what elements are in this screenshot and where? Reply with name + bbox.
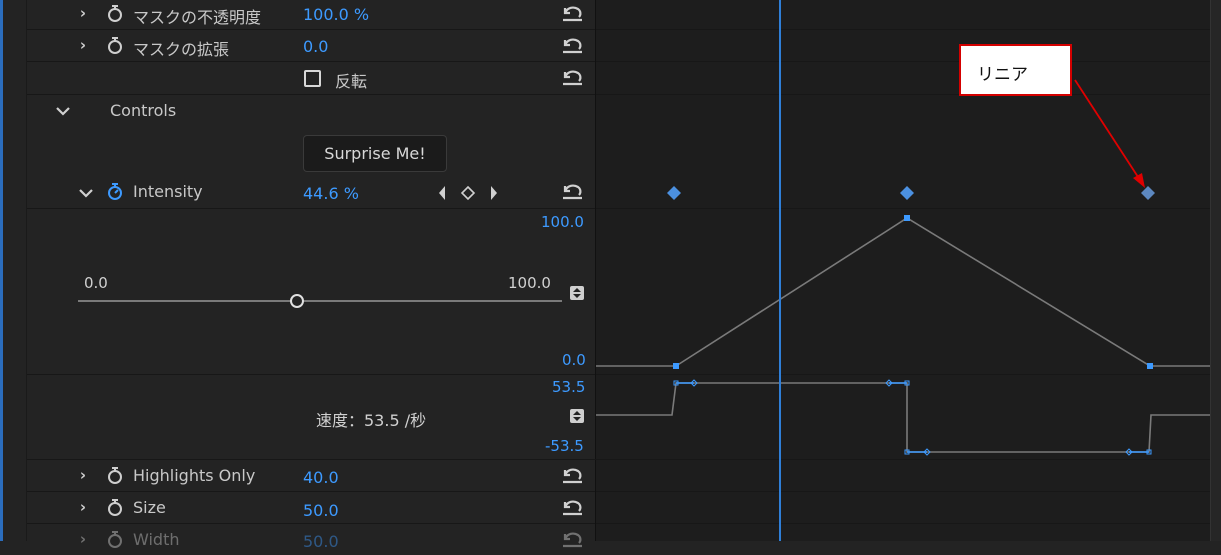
keyframe-marker-icon[interactable] bbox=[900, 186, 914, 200]
velocity-handles[interactable] bbox=[673, 379, 1152, 456]
annotation-callout: リニア bbox=[959, 44, 1072, 96]
value-keyframe-point[interactable] bbox=[1147, 363, 1153, 369]
value-keyframe-point[interactable] bbox=[673, 363, 679, 369]
value-keyframe-point[interactable] bbox=[904, 215, 910, 221]
keyframe-marker-icon[interactable] bbox=[667, 186, 681, 200]
playhead[interactable] bbox=[779, 0, 781, 541]
keyframe-marker-icon[interactable] bbox=[1141, 186, 1155, 200]
callout-arrow bbox=[1074, 79, 1145, 188]
value-curve[interactable] bbox=[596, 217, 1210, 367]
velocity-curve[interactable] bbox=[596, 382, 1210, 453]
